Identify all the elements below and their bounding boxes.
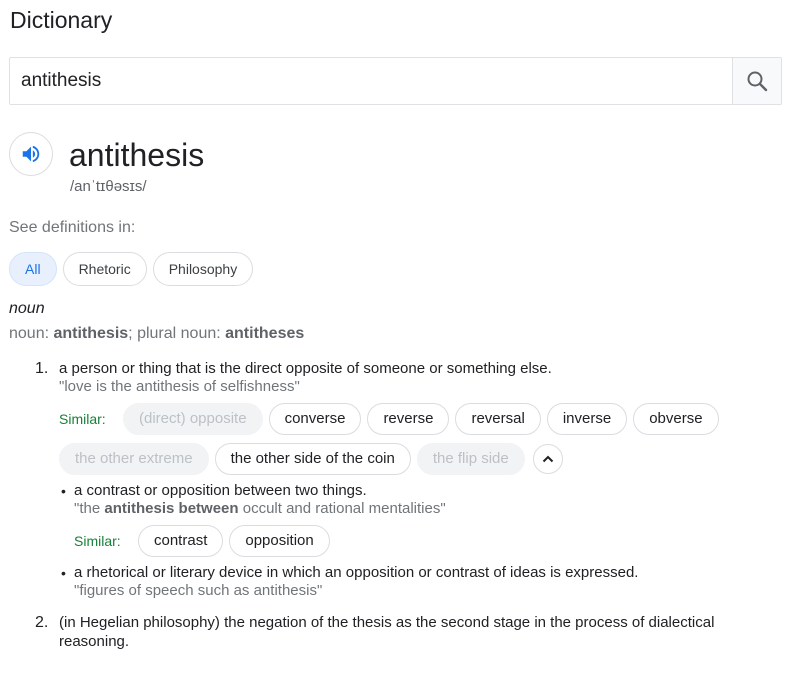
- synonym-chip[interactable]: contrast: [138, 525, 224, 557]
- part-of-speech: noun: [9, 300, 45, 317]
- subsense-definition: a contrast or opposition between two thi…: [74, 482, 367, 499]
- synonym-chip[interactable]: the other extreme: [59, 443, 209, 475]
- domain-chips: All Rhetoric Philosophy: [9, 252, 254, 286]
- search-input[interactable]: [10, 58, 734, 104]
- subsense-example: "figures of speech such as antithesis": [74, 582, 323, 599]
- pronunciation-button[interactable]: [9, 132, 53, 176]
- synonym-chip[interactable]: converse: [268, 403, 362, 435]
- synonyms-row: the other extreme the other side of the …: [59, 443, 563, 475]
- search-button[interactable]: [732, 58, 781, 104]
- synonym-chip[interactable]: (direct) opposite: [123, 403, 263, 435]
- synonyms-row: (direct) opposite converse reverse rever…: [123, 403, 719, 435]
- synonym-chip[interactable]: the flip side: [416, 443, 525, 475]
- search-box: [9, 57, 782, 105]
- chevron-up-icon: [542, 455, 553, 463]
- page-title: Dictionary: [10, 7, 113, 33]
- synonym-chip[interactable]: opposition: [229, 525, 330, 557]
- synonym-chip[interactable]: obverse: [633, 403, 719, 435]
- similar-label: Similar:: [59, 411, 106, 427]
- word-forms: noun: antithesis; plural noun: antithese…: [9, 325, 305, 342]
- headword: antithesis: [69, 137, 205, 173]
- domain-chip-philosophy[interactable]: Philosophy: [152, 252, 254, 286]
- synonym-chip[interactable]: reverse: [367, 403, 450, 435]
- sense-definition: (in Hegelian philosophy) the negation of…: [59, 614, 715, 631]
- synonyms-row: contrast opposition: [138, 525, 330, 557]
- sense-number: 1.: [35, 360, 49, 377]
- search-icon: [747, 71, 768, 92]
- bullet: •: [61, 565, 66, 581]
- sense-number: 2.: [35, 614, 49, 631]
- sense-definition: a person or thing that is the direct opp…: [59, 360, 552, 377]
- bullet: •: [61, 483, 66, 499]
- subsense-definition: a rhetorical or literary device in which…: [74, 564, 639, 581]
- similar-label: Similar:: [74, 533, 121, 549]
- sense-definition-continued: reasoning.: [59, 633, 130, 650]
- domain-chip-all[interactable]: All: [9, 252, 57, 286]
- synonym-chip[interactable]: the other side of the coin: [214, 443, 411, 475]
- phonetic: /anˈtɪθəsɪs/: [70, 178, 147, 195]
- subsense-example: "the antithesis between occult and ratio…: [74, 500, 446, 517]
- collapse-synonyms-button[interactable]: [532, 444, 563, 474]
- see-definitions-label: See definitions in:: [9, 219, 136, 236]
- domain-chip-rhetoric[interactable]: Rhetoric: [62, 252, 147, 286]
- sense-example: "love is the antithesis of selfishness": [59, 378, 300, 395]
- synonym-chip[interactable]: inverse: [546, 403, 628, 435]
- synonym-chip[interactable]: reversal: [455, 403, 541, 435]
- speaker-icon: [22, 145, 40, 163]
